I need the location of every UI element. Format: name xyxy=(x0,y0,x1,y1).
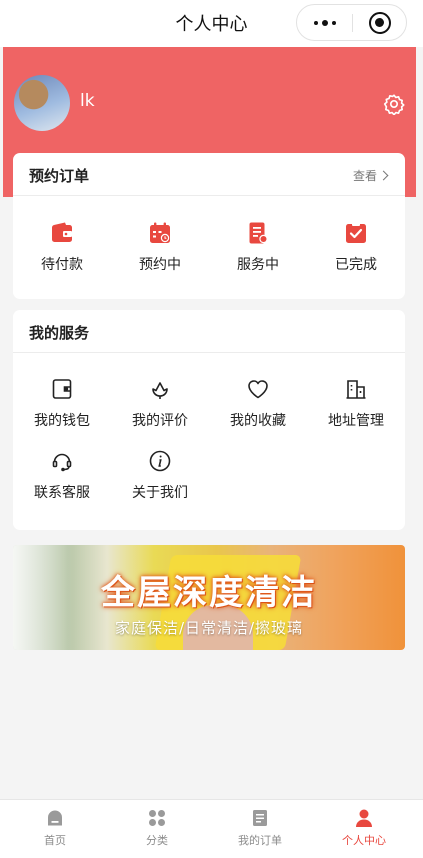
wallet-outline-icon xyxy=(52,379,72,399)
clipboard-check-icon xyxy=(346,222,366,243)
service-address[interactable]: 地址管理 xyxy=(307,377,405,430)
order-booked-label: 预约中 xyxy=(139,257,181,273)
home-icon xyxy=(48,810,62,826)
lotus-icon xyxy=(152,382,168,399)
tab-home[interactable]: 首页 xyxy=(5,808,105,848)
capsule-divider xyxy=(352,14,353,32)
info-icon xyxy=(149,450,171,472)
order-pending-payment-label: 待付款 xyxy=(41,257,83,273)
avatar[interactable] xyxy=(14,75,70,131)
person-icon xyxy=(356,809,372,827)
document-icon xyxy=(249,222,268,244)
service-customer-support-label: 联系客服 xyxy=(34,485,90,501)
order-list-icon xyxy=(253,810,267,826)
category-icon xyxy=(149,810,165,826)
mini-program-capsule xyxy=(296,4,407,41)
order-completed[interactable]: 已完成 xyxy=(307,221,405,274)
tab-profile-label: 个人中心 xyxy=(342,834,386,847)
tab-my-orders-label: 我的订单 xyxy=(238,834,282,847)
headset-icon xyxy=(52,453,72,472)
service-reviews-label: 我的评价 xyxy=(132,413,188,429)
tab-category-label: 分类 xyxy=(146,834,168,847)
tab-profile[interactable]: 个人中心 xyxy=(314,808,414,848)
banner-headline: 全屋深度清洁 xyxy=(101,573,317,613)
username: lk xyxy=(80,91,95,111)
tab-my-orders[interactable]: 我的订单 xyxy=(210,808,310,848)
services-card: 我的服务 我的钱包 我的评价 我的收藏 地址管理 联系客服 关于我们 xyxy=(13,310,405,530)
service-wallet[interactable]: 我的钱包 xyxy=(13,377,111,430)
service-about-us[interactable]: 关于我们 xyxy=(111,449,209,502)
view-orders-label: 查看 xyxy=(352,169,377,183)
orders-card: 预约订单 查看 待付款 预约中 服务中 已完成 xyxy=(13,153,405,299)
services-card-header: 我的服务 xyxy=(13,310,405,353)
top-bar: 个人中心 xyxy=(0,0,423,47)
order-in-service[interactable]: 服务中 xyxy=(209,221,307,274)
gear-icon[interactable] xyxy=(383,93,405,115)
tab-home-label: 首页 xyxy=(44,834,66,847)
orders-card-header: 预约订单 查看 xyxy=(13,153,405,196)
wallet-icon xyxy=(52,222,72,242)
chevron-right-icon xyxy=(378,170,389,181)
bottom-tab-bar: 首页 分类 我的订单 个人中心 xyxy=(0,799,423,858)
service-about-us-label: 关于我们 xyxy=(132,485,188,501)
service-address-label: 地址管理 xyxy=(328,413,384,429)
heart-icon xyxy=(248,380,268,399)
more-menu-icon[interactable] xyxy=(297,5,352,40)
close-target-icon[interactable] xyxy=(369,12,391,34)
service-wallet-label: 我的钱包 xyxy=(34,413,90,429)
calendar-icon xyxy=(150,222,170,243)
service-customer-support[interactable]: 联系客服 xyxy=(13,449,111,502)
order-completed-label: 已完成 xyxy=(335,257,377,273)
orders-card-title: 预约订单 xyxy=(29,167,90,185)
order-booked[interactable]: 预约中 xyxy=(111,221,209,274)
banner-subtitle: 家庭保洁/日常清洁/擦玻璃 xyxy=(114,619,304,637)
services-card-title: 我的服务 xyxy=(29,324,90,342)
service-reviews[interactable]: 我的评价 xyxy=(111,377,209,430)
service-favorites-label: 我的收藏 xyxy=(230,413,286,429)
promo-banner[interactable]: 全屋深度清洁 家庭保洁/日常清洁/擦玻璃 xyxy=(13,545,405,650)
view-orders-link[interactable]: 查看 xyxy=(352,167,389,184)
tab-category[interactable]: 分类 xyxy=(107,808,207,848)
order-in-service-label: 服务中 xyxy=(237,257,279,273)
service-favorites[interactable]: 我的收藏 xyxy=(209,377,307,430)
building-icon xyxy=(346,380,366,399)
order-pending-payment[interactable]: 待付款 xyxy=(13,221,111,274)
